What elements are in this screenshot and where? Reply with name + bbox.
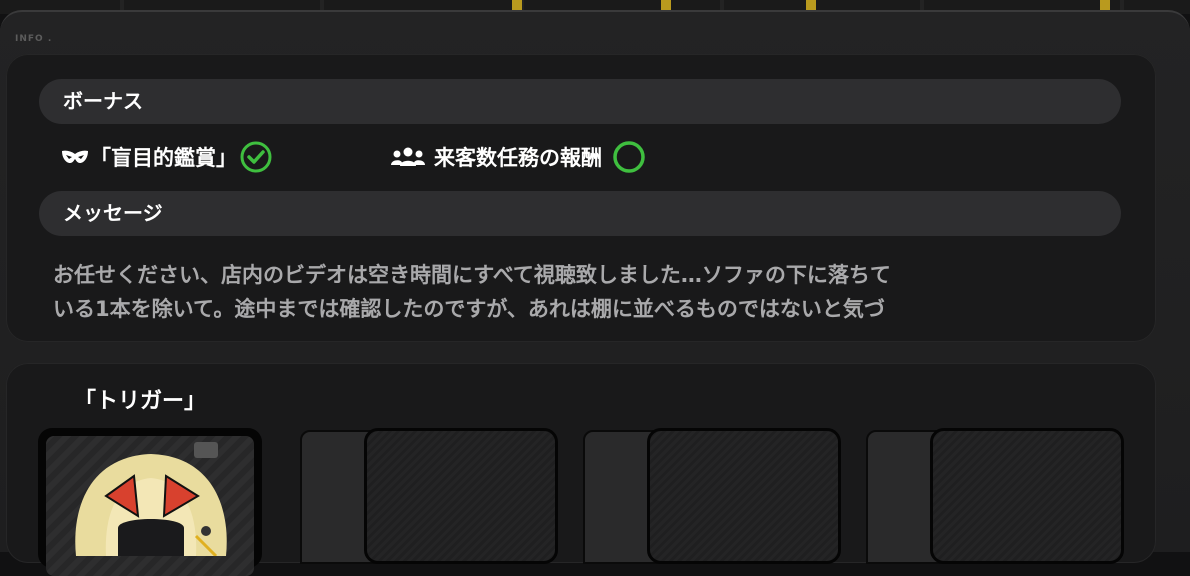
- check-circle-icon: [240, 141, 272, 173]
- locked-slot-cover: [930, 428, 1124, 564]
- group-icon: [391, 147, 425, 166]
- locked-slot[interactable]: [300, 428, 560, 564]
- info-label: INFO .: [15, 34, 53, 44]
- locked-slot[interactable]: [866, 428, 1126, 564]
- bonus-item-blind-appreciation: 「盲目的鑑賞」: [60, 140, 273, 174]
- trigger-title: 「トリガー」: [74, 389, 207, 414]
- empty-circle-icon: [613, 141, 645, 173]
- locked-slot[interactable]: [583, 428, 843, 564]
- bonus-item-label: 来客数任務の報酬: [434, 146, 602, 170]
- bonus-item-visitor-reward: 来客数任務の報酬: [390, 140, 646, 174]
- message-line: お任せください、店内のビデオは空き時間にすべて視聴致しました…ソファの下に落ちて: [53, 263, 891, 287]
- message-text: お任せください、店内のビデオは空き時間にすべて視聴致しました…ソファの下に落ちて…: [53, 258, 1133, 326]
- message-heading: メッセージ: [39, 191, 1121, 236]
- character-avatar: [75, 442, 227, 558]
- message-line: いる1本を除いて。途中までは確認したのですが、あれは棚に並べるものではないと気づ: [53, 297, 885, 321]
- character-portrait: [46, 436, 254, 576]
- character-slot[interactable]: [38, 428, 262, 576]
- locked-slot-cover: [364, 428, 558, 564]
- locked-slot-cover: [647, 428, 841, 564]
- mask-icon: [62, 150, 88, 163]
- bonus-item-label: 「盲目的鑑賞」: [90, 146, 237, 170]
- bonus-heading: ボーナス: [39, 79, 1121, 124]
